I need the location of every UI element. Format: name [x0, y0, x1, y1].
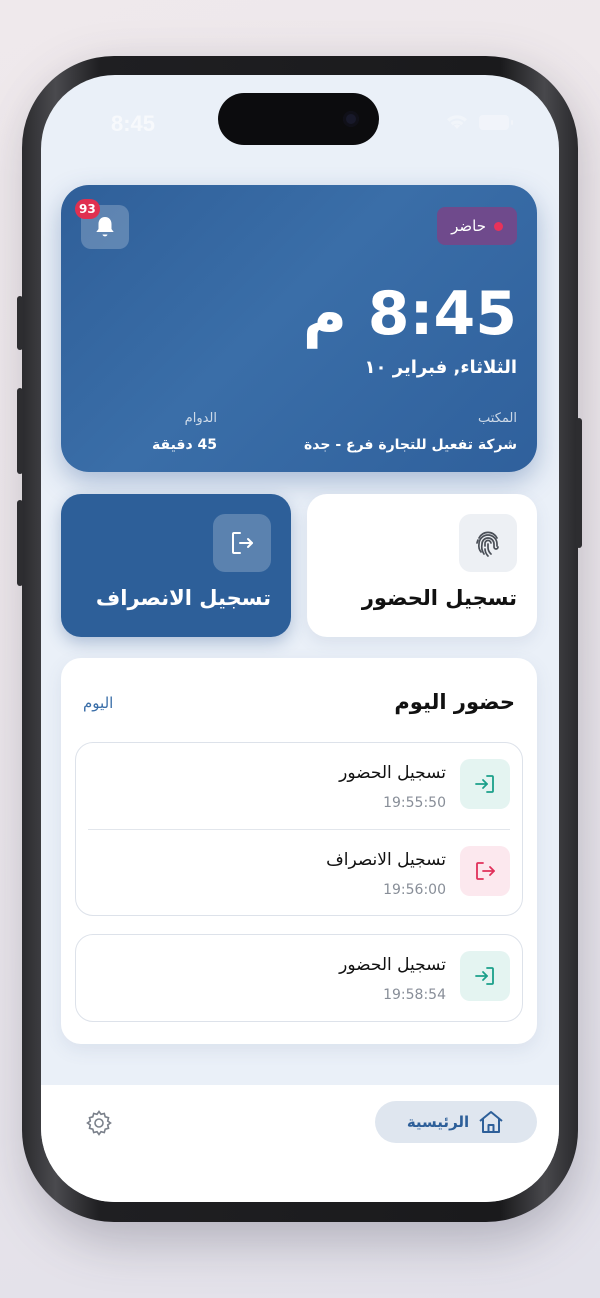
checkout-button[interactable]: تسجيل الانصراف — [61, 494, 291, 637]
power-button — [576, 418, 582, 548]
logout-icon — [232, 532, 253, 554]
camera-icon — [343, 111, 359, 127]
tab-home-label: الرئيسية — [406, 1113, 470, 1131]
checkout-icon-box — [213, 514, 271, 572]
today-title: حضور اليوم — [394, 690, 515, 714]
home-icon — [479, 1111, 503, 1133]
dynamic-island — [218, 93, 379, 145]
checkout-entry-icon-box — [460, 846, 510, 896]
entry-time: 19:58:54 — [383, 987, 446, 1003]
attendance-entry[interactable]: تسجيل الحضور 19:58:54 — [76, 935, 522, 1021]
bell-icon — [96, 217, 114, 237]
entry-title: تسجيل الانصراف — [326, 850, 446, 870]
current-time: 8:45 م — [302, 279, 517, 349]
attendance-entry[interactable]: تسجيل الحضور 19:55:50 — [76, 743, 522, 829]
checkin-button-label: تسجيل الحضور — [361, 586, 517, 610]
status-time: 8:45 — [111, 111, 156, 136]
office-value: شركة تفعيل للتجارة فرع - جدة — [304, 437, 517, 453]
volume-up-button — [17, 388, 23, 474]
entry-title: تسجيل الحضور — [339, 955, 446, 975]
checkin-button[interactable]: تسجيل الحضور — [307, 494, 537, 637]
wifi-icon — [447, 115, 467, 129]
login-icon — [475, 775, 494, 793]
logout-icon — [476, 862, 495, 880]
phone-screen: 8:45 حاضر 93 8:45 م الثلاثاء, فبراير ١٠ … — [41, 75, 559, 1202]
attendance-hero-card: حاضر 93 8:45 م الثلاثاء, فبراير ١٠ المكت… — [61, 185, 537, 472]
volume-down-button — [17, 500, 23, 586]
bottom-tab-bar: الرئيسية — [41, 1085, 559, 1202]
office-label: المكتب — [478, 411, 517, 426]
tab-home[interactable]: الرئيسية — [375, 1101, 537, 1143]
notification-count-badge: 93 — [75, 199, 100, 219]
today-filter-link[interactable]: اليوم — [83, 694, 113, 712]
status-dot — [494, 221, 503, 231]
checkout-button-label: تسجيل الانصراف — [95, 586, 271, 610]
duration-label: الدوام — [184, 411, 217, 426]
battery-icon — [479, 115, 513, 130]
checkin-icon-box — [459, 514, 517, 572]
status-badge: حاضر — [437, 207, 517, 245]
attendance-entry[interactable]: تسجيل الانصراف 19:56:00 — [76, 830, 522, 916]
attendance-group: تسجيل الحضور 19:58:54 — [75, 934, 523, 1022]
checkin-entry-icon-box — [460, 951, 510, 1001]
checkin-entry-icon-box — [460, 759, 510, 809]
current-date: الثلاثاء, فبراير ١٠ — [364, 357, 517, 378]
login-icon — [475, 967, 494, 985]
entry-time: 19:55:50 — [383, 795, 446, 811]
notifications-button[interactable]: 93 — [75, 199, 129, 249]
action-button — [17, 296, 23, 350]
duration-value: 45 دقيقة — [152, 437, 217, 453]
status-badge-label: حاضر — [451, 217, 486, 235]
settings-icon[interactable] — [85, 1109, 113, 1137]
today-attendance-card: حضور اليوم اليوم تسجيل الحضور 19:55:50 ت… — [61, 658, 537, 1044]
entry-time: 19:56:00 — [383, 882, 446, 898]
fingerprint-icon — [476, 531, 499, 557]
entry-title: تسجيل الحضور — [339, 763, 446, 783]
attendance-group: تسجيل الحضور 19:55:50 تسجيل الانصراف 19:… — [75, 742, 523, 916]
